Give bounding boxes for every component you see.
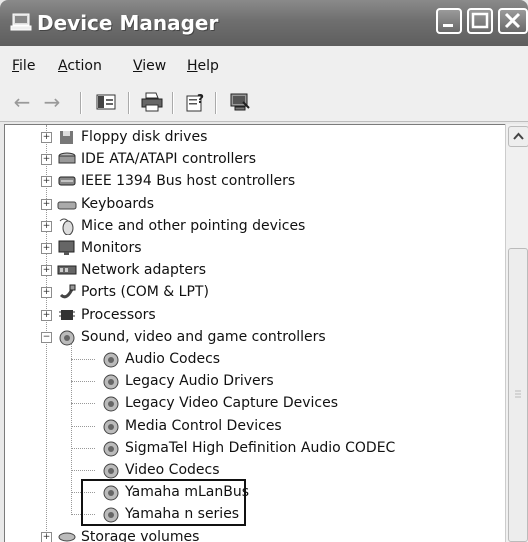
tree-item-ieee-1394-bus-host-controllers[interactable]: IEEE 1394 Bus host controllers	[57, 170, 295, 192]
tree-item-keyboards[interactable]: Keyboards	[57, 193, 154, 215]
scan-hardware-icon	[230, 93, 250, 111]
tree-item-label: Sound, video and game controllers	[81, 328, 326, 345]
forward-button[interactable]: →	[40, 90, 64, 114]
tree-item-legacy-video-capture-devices[interactable]: Legacy Video Capture Devices	[101, 392, 338, 414]
tree-item-network-adapters[interactable]: Network adapters	[57, 259, 206, 281]
tree-item-storage-volumes[interactable]: Storage volumes	[57, 526, 199, 542]
properties-button[interactable]: ?	[184, 90, 208, 114]
device-manager-icon	[10, 13, 32, 31]
tree-item-sound-video-and-game-controllers[interactable]: Sound, video and game controllers	[57, 326, 326, 348]
scan-hardware-button[interactable]	[228, 90, 252, 114]
sound-icon	[103, 374, 119, 390]
device-tree[interactable]: Floppy disk drives + IDE ATA/ATAPI control…	[4, 124, 506, 542]
tree-item-ide-ata-atapi-controllers[interactable]: IDE ATA/ATAPI controllers	[57, 148, 256, 170]
storage-icon	[58, 532, 76, 542]
back-arrow-icon: ←	[13, 90, 31, 114]
print-button[interactable]	[140, 90, 164, 114]
expand-icon[interactable]: +	[41, 220, 52, 232]
toolbar: ← → ?	[0, 84, 528, 122]
svg-text:?: ?	[197, 92, 204, 106]
scroll-thumb[interactable]	[508, 248, 528, 542]
title-bar[interactable]: Device Manager	[0, 0, 528, 46]
expand-icon[interactable]: +	[41, 176, 52, 188]
sound-icon	[103, 396, 119, 412]
tree-item-label: Ports (COM & LPT)	[81, 284, 209, 301]
monitor-icon	[58, 240, 75, 255]
mouse-icon	[59, 218, 74, 235]
menu-help[interactable]: Help	[187, 58, 219, 74]
menu-file[interactable]: File	[12, 58, 35, 74]
menu-action[interactable]: Action	[58, 58, 102, 74]
keyboard-icon	[57, 201, 77, 210]
highlight-box	[81, 479, 246, 526]
tree-item-sigmatel-high-definition-audio-codec[interactable]: SigmaTel High Definition Audio CODEC	[101, 437, 395, 459]
expand-icon[interactable]: +	[41, 309, 52, 321]
scroll-up-button[interactable]	[508, 126, 528, 147]
close-icon	[504, 12, 521, 29]
tree-item-video-codecs[interactable]: Video Codecs	[101, 459, 220, 481]
expand-icon[interactable]: +	[41, 265, 52, 277]
expand-icon[interactable]: +	[41, 132, 52, 143]
tree-item-label: Legacy Video Capture Devices	[125, 395, 339, 412]
tree-item-legacy-audio-drivers[interactable]: Legacy Audio Drivers	[101, 370, 274, 392]
tree-item-label: Processors	[81, 306, 156, 323]
tree-item-audio-codecs[interactable]: Audio Codecs	[101, 348, 220, 370]
tree-item-label: Storage volumes	[81, 528, 200, 542]
expand-icon[interactable]: +	[41, 154, 52, 166]
tree-item-label: SigmaTel High Definition Audio CODEC	[125, 439, 396, 456]
tree-item-label: Network adapters	[81, 262, 206, 279]
tree-item-label: Legacy Audio Drivers	[125, 373, 274, 390]
sound-icon	[103, 352, 119, 368]
printer-icon	[141, 92, 163, 112]
menu-bar: File Action View Help	[0, 46, 528, 85]
maximize-button[interactable]	[467, 8, 493, 34]
window-title: Device Manager	[37, 11, 219, 35]
expand-icon[interactable]: +	[41, 531, 52, 542]
expand-icon[interactable]: +	[41, 287, 52, 299]
tree-item-monitors[interactable]: Monitors	[57, 237, 142, 259]
expand-icon[interactable]: +	[41, 198, 52, 210]
processor-icon	[59, 309, 75, 320]
sound-icon	[103, 463, 119, 479]
tree-item-label: Audio Codecs	[125, 351, 221, 367]
tree-item-label: Monitors	[81, 240, 142, 256]
ide-icon	[58, 152, 76, 164]
tree-item-media-control-devices[interactable]: Media Control Devices	[101, 415, 282, 437]
device-manager-window: Device Manager File Action View Help ← →…	[0, 0, 528, 542]
vertical-scrollbar[interactable]	[505, 124, 528, 542]
back-button[interactable]: ←	[10, 90, 34, 114]
minimize-icon	[443, 24, 453, 27]
tree-item-floppy-disk-drives[interactable]: Floppy disk drives	[57, 126, 207, 148]
tree-item-label: IEEE 1394 Bus host controllers	[81, 173, 296, 190]
maximize-icon	[471, 12, 489, 29]
tree-item-label: Keyboards	[81, 195, 155, 212]
expand-icon[interactable]: +	[41, 243, 52, 254]
sound-icon	[103, 419, 119, 435]
chevron-up-icon	[513, 132, 524, 140]
console-tree-icon	[96, 94, 116, 110]
floppy-icon	[60, 131, 73, 144]
sound-icon	[59, 330, 75, 346]
tree-item-ports-com-lpt[interactable]: Ports (COM & LPT)	[57, 281, 209, 303]
show-hide-console-tree-button[interactable]	[94, 90, 118, 114]
tree-item-label: Media Control Devices	[125, 417, 282, 434]
tree-item-label: Floppy disk drives	[81, 129, 208, 145]
close-button[interactable]	[498, 8, 528, 34]
sound-icon	[103, 441, 119, 457]
collapse-icon[interactable]: −	[41, 331, 52, 343]
minimize-button[interactable]	[436, 8, 462, 34]
properties-help-icon: ?	[186, 92, 204, 112]
tree-item-mice-and-other-pointing-devices[interactable]: Mice and other pointing devices	[57, 215, 305, 237]
menu-view[interactable]: View	[133, 58, 166, 74]
tree-item-label: IDE ATA/ATAPI controllers	[81, 151, 257, 168]
ieee1394-icon	[58, 176, 76, 186]
tree-item-label: Mice and other pointing devices	[81, 217, 306, 234]
forward-arrow-icon: →	[43, 90, 61, 114]
tree-item-label: Video Codecs	[125, 462, 220, 478]
grip-icon	[515, 390, 521, 398]
port-icon	[59, 284, 76, 299]
network-icon	[57, 265, 77, 275]
tree-item-processors[interactable]: Processors	[57, 304, 156, 326]
